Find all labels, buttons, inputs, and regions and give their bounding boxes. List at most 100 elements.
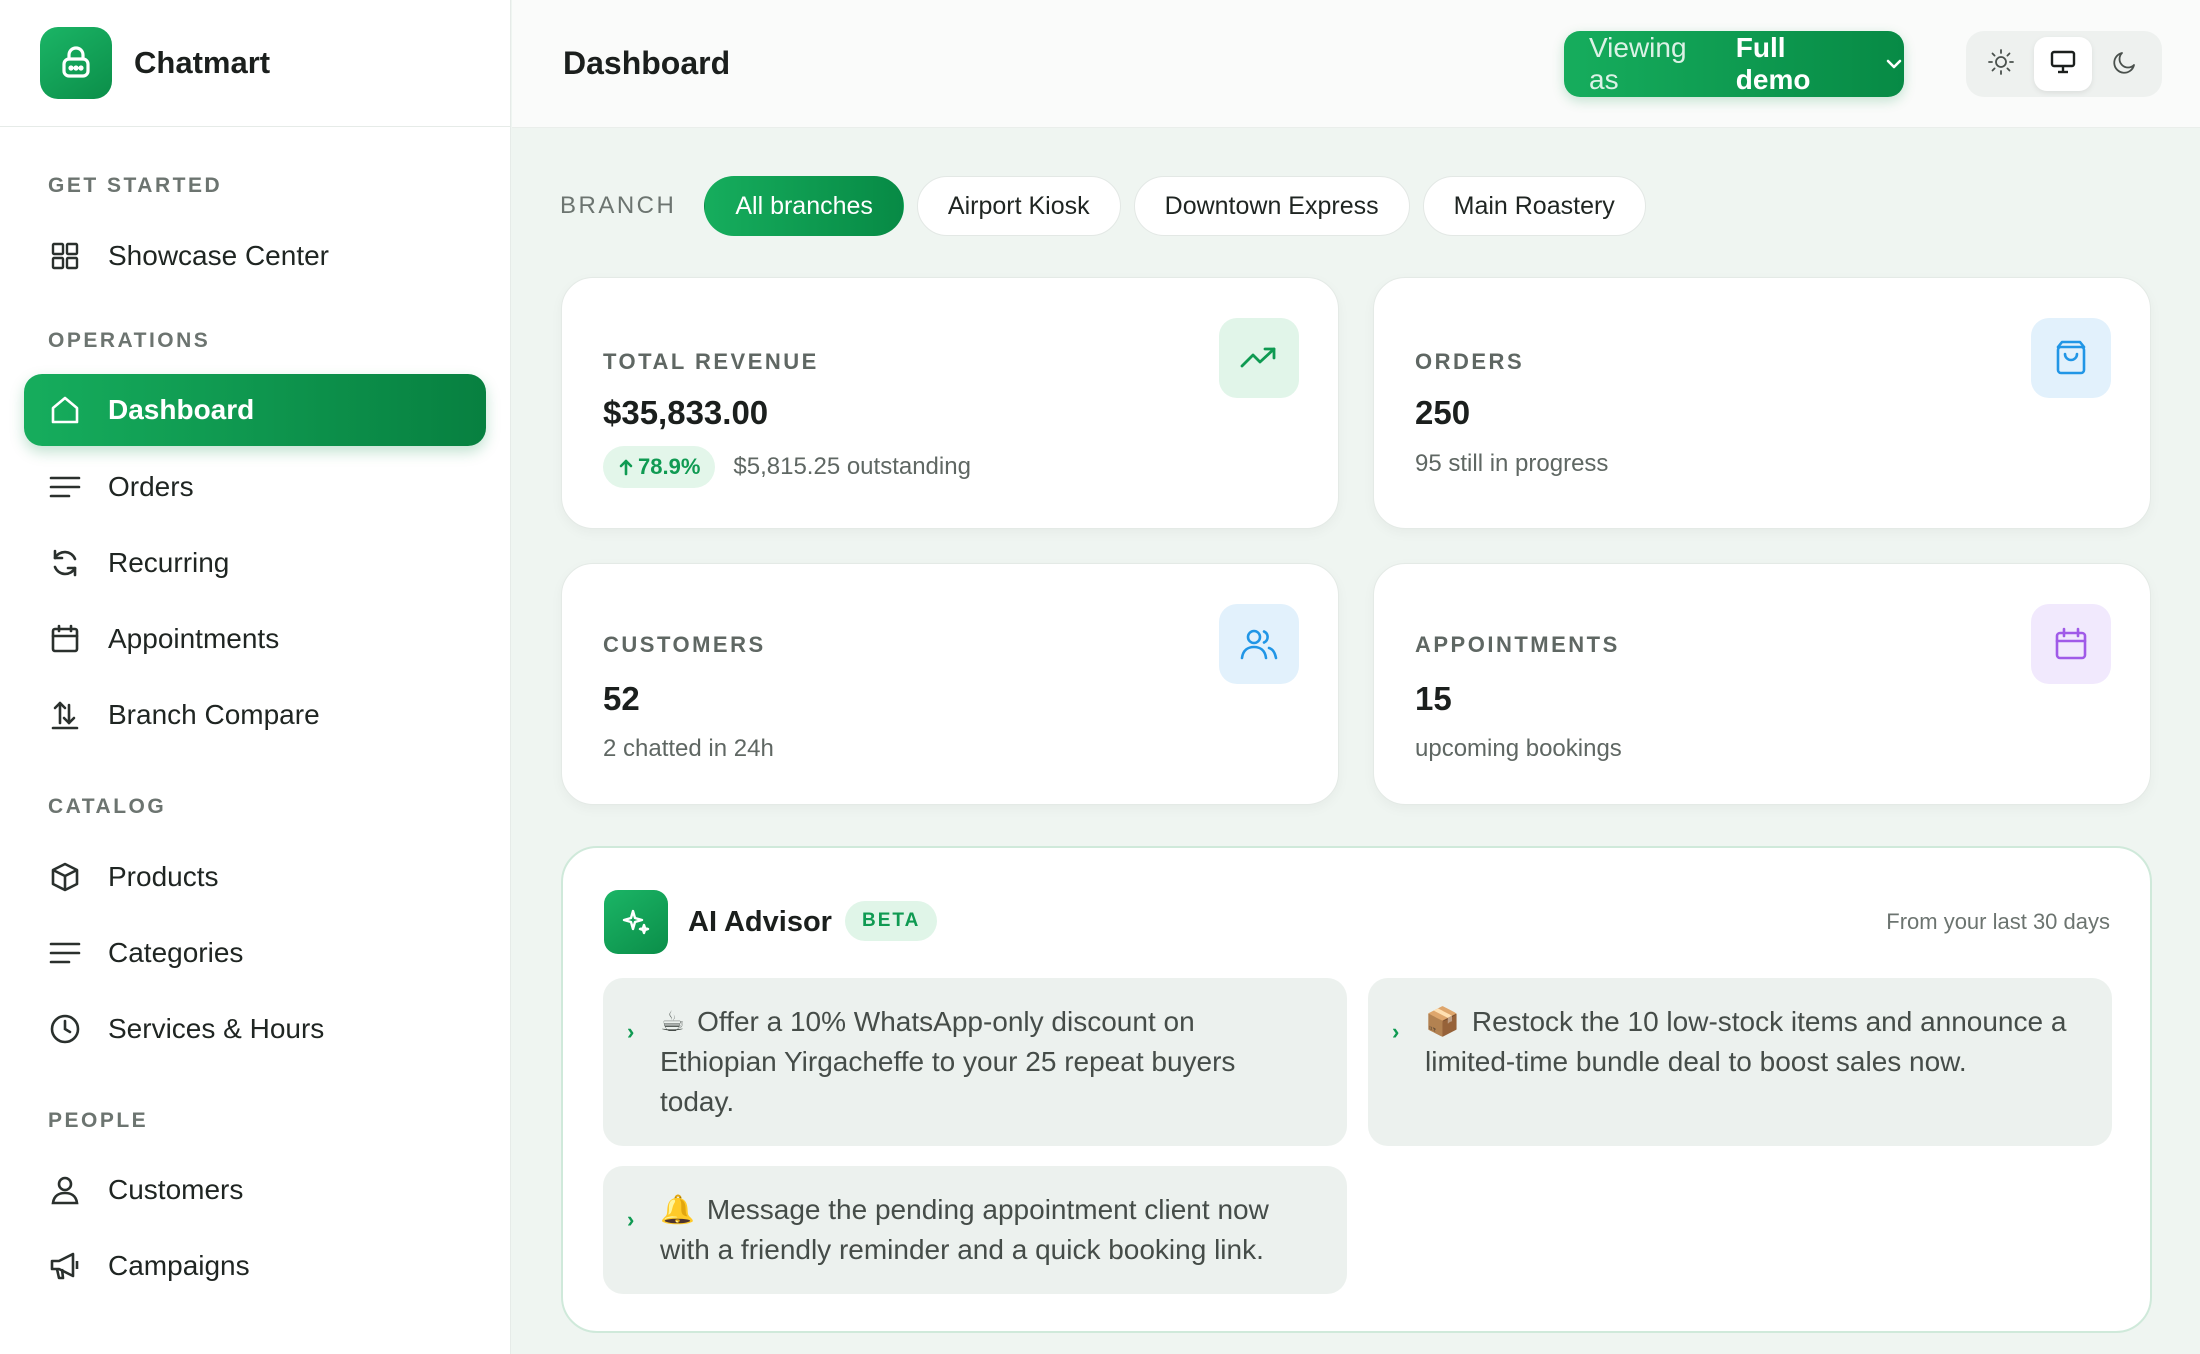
sidebar-item-label: Showcase Center [108, 240, 330, 271]
users-icon [1219, 604, 1299, 684]
megaphone-icon [48, 1249, 82, 1283]
theme-system-button[interactable] [2034, 37, 2092, 91]
advisor-period-note: From your last 30 days [1886, 909, 2110, 934]
sidebar-item-orders[interactable]: Orders [24, 451, 486, 523]
stat-value: 52 [603, 680, 640, 717]
beta-badge: BETA [845, 901, 938, 941]
sidebar-item-campaigns[interactable]: Campaigns [24, 1230, 486, 1302]
stat-value: 250 [1415, 394, 1471, 431]
brand[interactable]: Chatmart [0, 0, 510, 127]
section-people: PEOPLE [48, 1109, 149, 1132]
section-catalog: CATALOG [48, 795, 167, 818]
sidebar-item-branch-compare[interactable]: Branch Compare [24, 679, 486, 751]
stat-label: APPOINTMENTS [1415, 632, 1620, 657]
outstanding-text: $5,815.25 outstanding [733, 453, 971, 480]
sidebar-item-label: Branch Compare [108, 699, 320, 730]
viewing-as-value: Full demo [1735, 32, 1811, 95]
home-icon [48, 393, 82, 427]
page-title: Dashboard [563, 45, 731, 81]
viewing-as-prefix: Viewing as [1589, 32, 1687, 95]
calendar-icon [2031, 604, 2111, 684]
sidebar-item-label: Recurring [108, 547, 230, 578]
stat-note: upcoming bookings [1415, 735, 1622, 762]
branch-chip-main-roastery[interactable]: Main Roastery [1422, 176, 1646, 236]
package-icon: 📦 [1425, 1006, 1460, 1037]
advisor-tip[interactable]: › 🔔 Message the pending appointment clien… [603, 1166, 1347, 1294]
grid-icon [48, 239, 82, 273]
advisor-tip[interactable]: › 📦 Restock the 10 low-stock items and an… [1368, 978, 2112, 1146]
theme-light-button[interactable] [1972, 37, 2030, 91]
tip-text: Message the pending appointment client n… [660, 1194, 1269, 1265]
change-badge: 78.9% [603, 446, 716, 488]
branch-chip-downtown-express[interactable]: Downtown Express [1133, 176, 1410, 236]
branch-chip-all[interactable]: All branches [704, 176, 904, 236]
theme-switcher [1966, 31, 2162, 97]
sidebar: Chatmart GET STARTED Showcase Center OPE… [0, 0, 511, 1354]
sidebar-item-services-hours[interactable]: Services & Hours [24, 993, 486, 1065]
list-icon [48, 470, 82, 504]
orders-card: ORDERS 250 95 still in progress [1373, 277, 2151, 529]
tip-text: Offer a 10% WhatsApp-only discount on Et… [660, 1006, 1236, 1117]
clock-icon [48, 1012, 82, 1046]
customers-card: CUSTOMERS 52 2 chatted in 24h [561, 563, 1339, 805]
change-value: 78.9% [638, 454, 701, 479]
sidebar-item-label: Products [108, 861, 219, 892]
sidebar-item-appointments[interactable]: Appointments [24, 603, 486, 675]
coffee-icon: ☕ [660, 1006, 686, 1037]
box-icon [48, 860, 82, 894]
revenue-trend: 78.9% $5,815.25 outstanding [603, 446, 971, 488]
bell-icon: 🔔 [660, 1194, 695, 1225]
sidebar-nav: GET STARTED Showcase Center OPERATIONS D… [0, 127, 510, 1302]
stat-note: 95 still in progress [1415, 450, 1609, 477]
advisor-title: AI Advisor [688, 906, 832, 938]
sidebar-item-recurring[interactable]: Recurring [24, 527, 486, 599]
sidebar-item-label: Dashboard [108, 394, 255, 425]
sidebar-item-customers[interactable]: Customers [24, 1154, 486, 1226]
stat-label: TOTAL REVENUE [603, 349, 819, 374]
refresh-icon [48, 546, 82, 580]
trending-up-icon [1219, 318, 1299, 398]
stat-label: ORDERS [1415, 349, 1525, 374]
branch-label: BRANCH [560, 192, 677, 219]
sidebar-item-showcase-center[interactable]: Showcase Center [24, 220, 486, 292]
tip-text: Restock the 10 low-stock items and annou… [1425, 1006, 2067, 1077]
sidebar-item-label: Campaigns [108, 1250, 250, 1281]
revenue-card: TOTAL REVENUE $35,833.00 78.9% $5,815.25… [561, 277, 1339, 529]
branch-chip-airport-kiosk[interactable]: Airport Kiosk [916, 176, 1121, 236]
sidebar-item-label: Orders [108, 471, 194, 502]
chevron-right-icon: › [627, 1207, 635, 1232]
moon-icon [2111, 48, 2139, 81]
list-icon [48, 936, 82, 970]
stat-value: 15 [1415, 680, 1452, 717]
arrow-up-icon [619, 459, 633, 476]
stat-label: CUSTOMERS [603, 632, 766, 657]
theme-dark-button[interactable] [2096, 37, 2154, 91]
branch-filter: BRANCH All branches Airport Kiosk Downto… [560, 176, 1659, 236]
sidebar-item-label: Categories [108, 937, 244, 968]
stat-note: 2 chatted in 24h [603, 735, 774, 762]
stat-value: $35,833.00 [603, 394, 769, 431]
chevron-right-icon: › [1392, 1019, 1400, 1044]
sidebar-item-label: Services & Hours [108, 1013, 325, 1044]
section-get-started: GET STARTED [48, 174, 223, 197]
sidebar-item-label: Appointments [108, 623, 280, 654]
viewing-as-dropdown[interactable]: Viewing as Full demo [1564, 31, 1904, 97]
advisor-tip[interactable]: › ☕ Offer a 10% WhatsApp-only discount on… [603, 978, 1347, 1146]
sparkles-icon [604, 890, 668, 954]
chatmart-logo-icon [40, 27, 112, 99]
app-name: Chatmart [134, 45, 271, 80]
sidebar-item-products[interactable]: Products [24, 841, 486, 913]
user-icon [48, 1173, 82, 1207]
monitor-icon [2049, 48, 2077, 81]
appointments-card: APPOINTMENTS 15 upcoming bookings [1373, 563, 2151, 805]
section-operations: OPERATIONS [48, 329, 211, 352]
ai-advisor-card: AI Advisor BETA From your last 30 days ›… [561, 846, 2152, 1333]
sidebar-item-dashboard[interactable]: Dashboard [24, 374, 486, 446]
chevron-down-icon [1884, 54, 1904, 74]
sun-icon [1987, 48, 2015, 81]
shopping-bag-icon [2031, 318, 2111, 398]
top-header: Dashboard Viewing as Full demo [512, 0, 2200, 128]
sidebar-item-label: Customers [108, 1174, 244, 1205]
sidebar-item-categories[interactable]: Categories [24, 917, 486, 989]
chevron-right-icon: › [627, 1019, 635, 1044]
